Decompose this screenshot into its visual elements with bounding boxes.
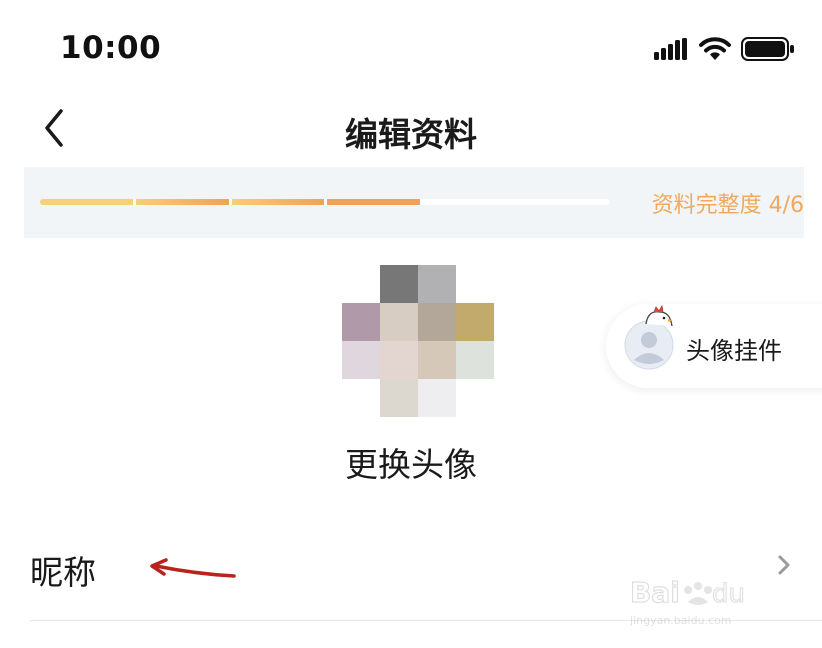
wifi-icon bbox=[699, 37, 731, 60]
progress-text: 资料完整度 4/6 bbox=[651, 193, 804, 218]
progress-bar-fill bbox=[40, 199, 420, 205]
annotation-arrow-icon bbox=[150, 558, 236, 578]
baidu-jingyan-watermark-logo: Bai du jingyan.baidu.com bbox=[629, 575, 746, 627]
svg-text:Bai: Bai bbox=[630, 576, 680, 609]
status-bar: 10:00 bbox=[0, 0, 822, 96]
progress-segment bbox=[231, 199, 325, 205]
profile-progress-panel: 资料完整度 4/6 bbox=[24, 167, 804, 238]
avatar-pendant-label: 头像挂件 bbox=[686, 337, 782, 365]
nickname-label: 昵称 bbox=[30, 553, 96, 592]
page-title: 编辑资料 bbox=[345, 115, 477, 154]
chicken-pendant-icon bbox=[645, 304, 673, 327]
svg-text:du: du bbox=[712, 579, 745, 609]
progress-segment bbox=[135, 199, 229, 205]
change-avatar-button[interactable]: 更换头像 bbox=[0, 438, 822, 486]
progress-segment bbox=[327, 199, 420, 205]
avatar-pendant-button[interactable]: 头像挂件 bbox=[606, 304, 822, 388]
progress-bar bbox=[40, 199, 610, 205]
status-time: 10:00 bbox=[60, 30, 162, 66]
battery-icon bbox=[741, 37, 794, 61]
svg-text:jingyan.baidu.com: jingyan.baidu.com bbox=[629, 614, 732, 627]
avatar[interactable] bbox=[342, 265, 494, 417]
progress-segment bbox=[40, 199, 133, 205]
cellular-signal-icon bbox=[654, 38, 687, 60]
